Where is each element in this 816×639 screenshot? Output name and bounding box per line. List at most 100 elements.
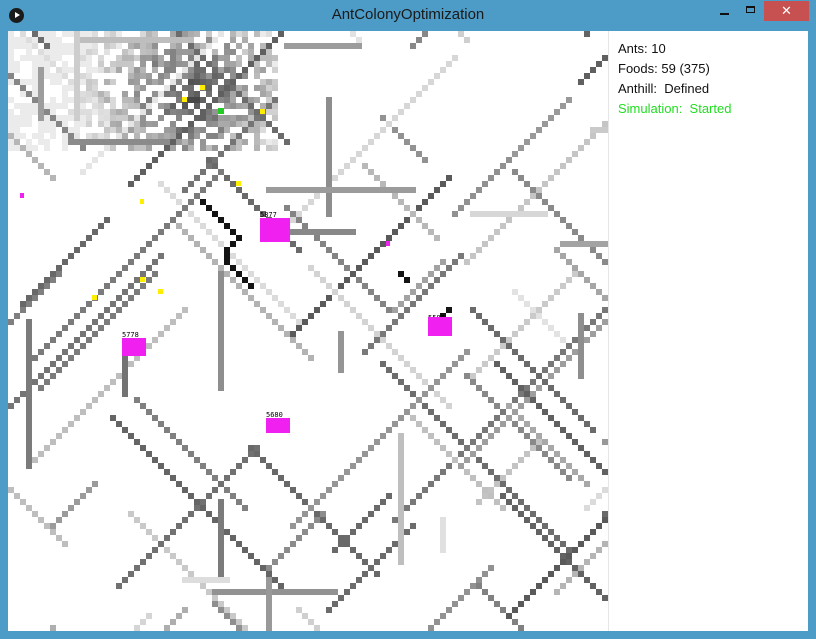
pheromone-cell bbox=[122, 97, 128, 103]
pheromone-cell bbox=[470, 439, 476, 445]
pheromone-cell bbox=[260, 67, 266, 73]
pheromone-cell bbox=[140, 145, 146, 151]
pheromone-cell bbox=[224, 85, 230, 91]
pheromone-cell bbox=[566, 475, 572, 481]
sketch-canvas[interactable]: 5877 5778 5586 5680 Ants: 10 bbox=[8, 31, 808, 631]
pheromone-cell bbox=[20, 85, 26, 91]
pheromone-cell bbox=[98, 103, 104, 109]
pheromone-cell bbox=[566, 343, 572, 349]
pheromone-cell bbox=[236, 91, 242, 97]
pheromone-cell bbox=[392, 307, 398, 313]
pheromone-cell bbox=[104, 49, 110, 55]
pheromone-cell bbox=[338, 187, 344, 193]
pheromone-cell bbox=[578, 361, 584, 367]
maximize-button[interactable] bbox=[738, 1, 764, 21]
pheromone-cell bbox=[566, 553, 572, 559]
pheromone-cell bbox=[206, 205, 212, 211]
pheromone-cell bbox=[440, 529, 446, 535]
pheromone-cell bbox=[218, 271, 224, 277]
pheromone-cell bbox=[272, 61, 278, 67]
pheromone-cell bbox=[164, 61, 170, 67]
pheromone-cell bbox=[26, 361, 32, 367]
pheromone-cell bbox=[212, 133, 218, 139]
pheromone-cell bbox=[128, 361, 134, 367]
pheromone-cell bbox=[92, 157, 98, 163]
pheromone-cell bbox=[26, 55, 32, 61]
pheromone-cell bbox=[80, 307, 86, 313]
pheromone-cell bbox=[398, 313, 404, 319]
pheromone-cell bbox=[86, 91, 92, 97]
pheromone-cell bbox=[248, 103, 254, 109]
pheromone-cell bbox=[38, 115, 44, 121]
pheromone-cell bbox=[542, 319, 548, 325]
pheromone-cell bbox=[278, 475, 284, 481]
pheromone-cell bbox=[404, 409, 410, 415]
pheromone-cell bbox=[14, 79, 20, 85]
pheromone-cell bbox=[134, 439, 140, 445]
title-bar[interactable]: AntColonyOptimization ✕ bbox=[0, 0, 816, 31]
pheromone-cell bbox=[74, 97, 80, 103]
pheromone-cell bbox=[242, 265, 248, 271]
pheromone-cell bbox=[578, 325, 584, 331]
pheromone-cell bbox=[506, 373, 512, 379]
pheromone-cell bbox=[146, 133, 152, 139]
pheromone-cell bbox=[152, 31, 158, 37]
pheromone-cell bbox=[338, 343, 344, 349]
pheromone-cell bbox=[26, 409, 32, 415]
pheromone-cell bbox=[530, 193, 536, 199]
pheromone-cell bbox=[272, 97, 278, 103]
pheromone-cell bbox=[218, 565, 224, 571]
pheromone-cell bbox=[398, 109, 404, 115]
pheromone-cell bbox=[362, 559, 368, 565]
pheromone-cell bbox=[590, 553, 596, 559]
pheromone-cell bbox=[194, 193, 200, 199]
pheromone-cell bbox=[32, 37, 38, 43]
pheromone-cell bbox=[182, 187, 188, 193]
pheromone-cell bbox=[80, 121, 86, 127]
pheromone-cell bbox=[194, 49, 200, 55]
pheromone-cell bbox=[254, 445, 260, 451]
close-button[interactable]: ✕ bbox=[764, 1, 809, 21]
pheromone-cell bbox=[302, 589, 308, 595]
pheromone-cell bbox=[200, 577, 206, 583]
pheromone-cell bbox=[140, 121, 146, 127]
pheromone-cell bbox=[182, 205, 188, 211]
pheromone-cell bbox=[266, 613, 272, 619]
pheromone-cell bbox=[530, 391, 536, 397]
pheromone-cell bbox=[20, 79, 26, 85]
pheromone-cell bbox=[590, 247, 596, 253]
pheromone-cell bbox=[146, 49, 152, 55]
pheromone-cell bbox=[188, 97, 194, 103]
pheromone-cell bbox=[482, 181, 488, 187]
pheromone-cell bbox=[170, 217, 176, 223]
pheromone-cell bbox=[458, 439, 464, 445]
maximize-icon bbox=[746, 6, 755, 13]
pheromone-cell bbox=[182, 607, 188, 613]
pheromone-cell bbox=[326, 193, 332, 199]
pheromone-cell bbox=[248, 43, 254, 49]
foods-count: Foods: 59 (375) bbox=[618, 61, 710, 76]
pheromone-cell bbox=[332, 481, 338, 487]
pheromone-cell bbox=[452, 55, 458, 61]
pheromone-cell bbox=[80, 43, 86, 49]
close-icon: ✕ bbox=[781, 3, 792, 18]
pheromone-cell bbox=[308, 619, 314, 625]
pheromone-cell bbox=[296, 229, 302, 235]
pheromone-cell bbox=[188, 235, 194, 241]
pheromone-cell bbox=[218, 151, 224, 157]
pheromone-cell bbox=[548, 325, 554, 331]
minimize-button[interactable] bbox=[712, 1, 738, 21]
pheromone-cell bbox=[80, 169, 86, 175]
pheromone-cell bbox=[524, 139, 530, 145]
pheromone-cell bbox=[224, 79, 230, 85]
pheromone-cell bbox=[380, 115, 386, 121]
pheromone-cell bbox=[410, 523, 416, 529]
pheromone-cell bbox=[38, 103, 44, 109]
pheromone-cell bbox=[230, 229, 236, 235]
pheromone-cell bbox=[140, 61, 146, 67]
pheromone-cell bbox=[326, 205, 332, 211]
pheromone-grid[interactable]: 5877 5778 5586 5680 bbox=[8, 31, 608, 631]
pheromone-cell bbox=[572, 409, 578, 415]
pheromone-cell bbox=[314, 271, 320, 277]
pheromone-cell bbox=[158, 181, 164, 187]
